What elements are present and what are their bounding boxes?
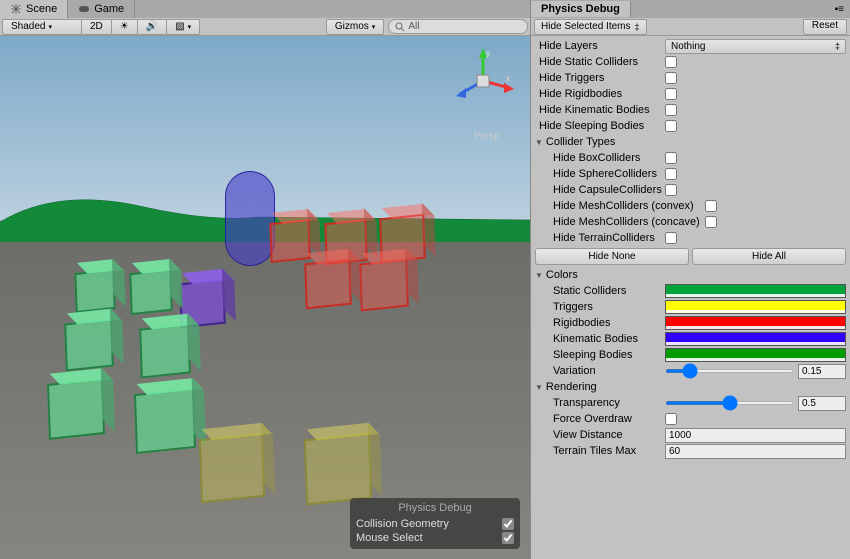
hide-sleeping-label: Hide Sleeping Bodies (535, 120, 665, 132)
hide-terrain-checkbox[interactable] (665, 232, 677, 244)
overlay-mouse-label: Mouse Select (356, 532, 423, 544)
color-kinematic-label: Kinematic Bodies (535, 333, 665, 345)
hide-mesh-convex-checkbox[interactable] (705, 200, 717, 212)
color-rigidbodies-label: Rigidbodies (535, 317, 665, 329)
view-distance-field[interactable] (665, 428, 846, 443)
force-overdraw-checkbox[interactable] (665, 413, 677, 425)
hide-capsule-checkbox[interactable] (665, 184, 677, 196)
hide-terrain-label: Hide TerrainColliders (535, 232, 665, 244)
overlay-title: Physics Debug (356, 502, 514, 514)
tab-scene-label: Scene (26, 3, 57, 15)
hide-static-label: Hide Static Colliders (535, 56, 665, 68)
audio-icon: 🔊 (146, 21, 158, 32)
color-triggers-label: Triggers (535, 301, 665, 313)
color-sleeping-swatch[interactable] (665, 348, 846, 362)
scene-viewport[interactable]: Persp y x (0, 36, 530, 559)
hide-none-button[interactable]: Hide None (535, 248, 689, 265)
hide-capsule-label: Hide CapsuleColliders (535, 184, 665, 196)
hide-layers-label: Hide Layers (535, 40, 665, 52)
hide-layers-dropdown[interactable]: Nothing (665, 39, 846, 54)
hide-kinematic-label: Hide Kinematic Bodies (535, 104, 665, 116)
transparency-label: Transparency (535, 397, 665, 409)
image-icon: ▧ (175, 21, 184, 32)
hide-triggers-label: Hide Triggers (535, 72, 665, 84)
hide-box-checkbox[interactable] (665, 152, 677, 164)
hide-box-label: Hide BoxColliders (535, 152, 665, 164)
search-placeholder: All (408, 21, 419, 32)
gizmos-dropdown[interactable]: Gizmos (326, 19, 384, 35)
panel-menu-icon[interactable]: ▪≡ (829, 4, 850, 15)
audio-toggle[interactable]: 🔊 (137, 19, 167, 35)
color-static-swatch[interactable] (665, 284, 846, 298)
sun-icon: ☀ (120, 21, 129, 32)
tab-physics-debug[interactable]: Physics Debug (531, 1, 631, 17)
hide-all-button[interactable]: Hide All (692, 248, 846, 265)
scene-toolbar: Shaded 2D ☀ 🔊 ▧ Gizmos All (0, 18, 530, 36)
transparency-slider[interactable] (665, 401, 794, 405)
tab-game-label: Game (94, 3, 124, 15)
overlay-mouse-checkbox[interactable] (502, 532, 514, 544)
panel-header: Hide Selected Items Reset (531, 18, 850, 36)
color-static-label: Static Colliders (535, 285, 665, 297)
colors-foldout[interactable]: Colors (535, 267, 846, 283)
variation-field[interactable] (798, 364, 846, 379)
terrain-tiles-label: Terrain Tiles Max (535, 445, 665, 457)
physics-debug-overlay[interactable]: Physics Debug Collision Geometry Mouse S… (350, 498, 520, 549)
reset-button[interactable]: Reset (803, 19, 847, 35)
view-distance-label: View Distance (535, 429, 665, 441)
color-triggers-swatch[interactable] (665, 300, 846, 314)
hide-triggers-checkbox[interactable] (665, 72, 677, 84)
color-sleeping-label: Sleeping Bodies (535, 349, 665, 361)
force-overdraw-label: Force Overdraw (535, 413, 665, 425)
color-kinematic-swatch[interactable] (665, 332, 846, 346)
color-rigidbodies-swatch[interactable] (665, 316, 846, 330)
tab-scene[interactable]: Scene (0, 0, 68, 18)
fx-dropdown[interactable]: ▧ (166, 19, 200, 35)
terrain-tiles-field[interactable] (665, 444, 846, 459)
hide-mesh-concave-checkbox[interactable] (705, 216, 717, 228)
scene-icon (10, 3, 22, 15)
capsule-collider (225, 171, 275, 266)
inspector-tabs: Physics Debug ▪≡ (531, 0, 850, 18)
rendering-foldout[interactable]: Rendering (535, 379, 846, 395)
hide-sphere-label: Hide SphereColliders (535, 168, 665, 180)
hide-rigidbodies-checkbox[interactable] (665, 88, 677, 100)
scene-objects (0, 36, 530, 559)
lighting-toggle[interactable]: ☀ (111, 19, 138, 35)
panel-body: Hide Layers Nothing Hide Static Collider… (531, 36, 850, 559)
hide-mesh-convex-label: Hide MeshColliders (convex) (535, 200, 705, 212)
hide-mesh-concave-label: Hide MeshColliders (concave) (535, 216, 705, 228)
color-variation-label: Variation (535, 365, 665, 377)
hide-rigidbodies-label: Hide Rigidbodies (535, 88, 665, 100)
tab-game[interactable]: Game (68, 0, 135, 18)
hide-kinematic-checkbox[interactable] (665, 104, 677, 116)
overlay-collision-checkbox[interactable] (502, 518, 514, 530)
overlay-collision-label: Collision Geometry (356, 518, 449, 530)
mode-2d-button[interactable]: 2D (81, 19, 112, 35)
search-icon (395, 22, 405, 32)
scene-game-tabs: Scene Game (0, 0, 530, 18)
hide-sphere-checkbox[interactable] (665, 168, 677, 180)
scene-search-field[interactable]: All (388, 19, 528, 34)
variation-slider[interactable] (665, 369, 794, 373)
hide-sleeping-checkbox[interactable] (665, 120, 677, 132)
hide-mode-dropdown[interactable]: Hide Selected Items (534, 19, 647, 35)
transparency-field[interactable] (798, 396, 846, 411)
game-icon (78, 3, 90, 15)
hide-static-checkbox[interactable] (665, 56, 677, 68)
shading-mode-dropdown[interactable]: Shaded (2, 19, 82, 35)
collider-types-foldout[interactable]: Collider Types (535, 134, 846, 150)
